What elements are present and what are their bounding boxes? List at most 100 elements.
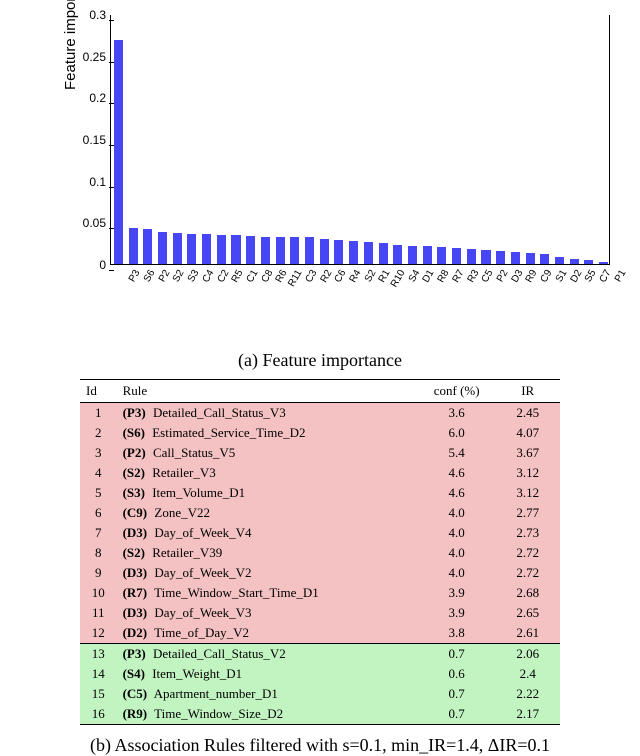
rule-text: Item_Volume_D1: [149, 485, 245, 500]
cell-rule: (S6) Estimated_Service_Time_D2: [117, 423, 418, 443]
bar: [349, 241, 358, 264]
table-row: 5(S3) Item_Volume_D14.63.12: [80, 483, 560, 503]
cell-conf: 0.7: [418, 704, 495, 725]
cell-conf: 3.9: [418, 583, 495, 603]
cell-id: 15: [80, 684, 117, 704]
bar: [334, 240, 343, 264]
cell-id: 16: [80, 704, 117, 725]
cell-id: 4: [80, 463, 117, 483]
table-row: 10(R7) Time_Window_Start_Time_D13.92.68: [80, 583, 560, 603]
cell-ir: 3.12: [495, 483, 560, 503]
bar: [408, 246, 417, 264]
bar: [540, 254, 549, 264]
rule-code: (P3): [123, 646, 150, 661]
cell-rule: (S2) Retailer_V3: [117, 463, 418, 483]
cell-ir: 2.72: [495, 543, 560, 563]
cell-id: 8: [80, 543, 117, 563]
rule-code: (R9): [123, 706, 152, 721]
cell-rule: (C5) Apartment_number_D1: [117, 684, 418, 704]
cell-id: 3: [80, 443, 117, 463]
cell-rule: (R9) Time_Window_Size_D2: [117, 704, 418, 725]
table-header-row: Id Rule conf (%) IR: [80, 380, 560, 403]
bar: [158, 232, 167, 264]
cell-conf: 3.6: [418, 403, 495, 424]
cell-rule: (D3) Day_of_Week_V2: [117, 563, 418, 583]
rule-text: Estimated_Service_Time_D2: [149, 425, 306, 440]
cell-conf: 4.0: [418, 563, 495, 583]
cell-rule: (D3) Day_of_Week_V4: [117, 523, 418, 543]
cell-id: 2: [80, 423, 117, 443]
bar: [290, 237, 299, 264]
bar: [364, 242, 373, 264]
rule-code: (D2): [123, 625, 152, 640]
rule-code: (D3): [123, 605, 152, 620]
rule-text: Apartment_number_D1: [151, 686, 278, 701]
cell-rule: (D2) Time_of_Day_V2: [117, 623, 418, 644]
cell-rule: (P3) Detailed_Call_Status_V2: [117, 644, 418, 665]
cell-ir: 2.61: [495, 623, 560, 644]
rule-text: Detailed_Call_Status_V3: [150, 405, 286, 420]
cell-ir: 2.77: [495, 503, 560, 523]
cell-rule: (C9) Zone_V22: [117, 503, 418, 523]
rule-code: (C5): [123, 686, 152, 701]
bar: [570, 259, 579, 264]
bars-group: [111, 15, 609, 264]
cell-rule: (S3) Item_Volume_D1: [117, 483, 418, 503]
rule-code: (R7): [123, 585, 152, 600]
cell-ir: 3.67: [495, 443, 560, 463]
caption-a: (a) Feature importance: [10, 350, 630, 371]
rule-text: Zone_V22: [151, 505, 210, 520]
table-body: 1(P3) Detailed_Call_Status_V33.62.452(S6…: [80, 403, 560, 725]
table-row: 2(S6) Estimated_Service_Time_D26.04.07: [80, 423, 560, 443]
cell-rule: (D3) Day_of_Week_V3: [117, 603, 418, 623]
rules-table: Id Rule conf (%) IR 1(P3) Detailed_Call_…: [80, 379, 560, 725]
cell-id: 5: [80, 483, 117, 503]
bar: [379, 243, 388, 264]
rule-code: (S2): [123, 465, 149, 480]
rule-text: Day_of_Week_V4: [151, 525, 251, 540]
table-row: 3(P2) Call_Status_V55.43.67: [80, 443, 560, 463]
cell-ir: 2.65: [495, 603, 560, 623]
table-row: 8 (S2) Retailer_V39 4.02.72: [80, 543, 560, 563]
bar: [599, 262, 608, 265]
cell-conf: 4.0: [418, 503, 495, 523]
col-conf: conf (%): [418, 380, 495, 403]
rule-code: (S4): [123, 666, 149, 681]
rule-text: Day_of_Week_V2: [151, 565, 251, 580]
rule-code: (P3): [123, 405, 150, 420]
bar: [467, 249, 476, 264]
figure-container: Feature importance 00.050.10.150.20.250.…: [0, 0, 640, 723]
caption-b: (b) Association Rules filtered with s=0.…: [10, 735, 630, 756]
cell-ir: 2.68: [495, 583, 560, 603]
table-row: 9(D3) Day_of_Week_V24.02.72: [80, 563, 560, 583]
y-tick-label: 0.15: [70, 133, 106, 147]
bar: [217, 235, 226, 264]
y-tick-label: 0.2: [70, 91, 106, 105]
col-rule: Rule: [117, 380, 418, 403]
y-tick-label: 0.3: [70, 8, 106, 22]
cell-id: 7: [80, 523, 117, 543]
cell-conf: 6.0: [418, 423, 495, 443]
bar: [173, 233, 182, 264]
cell-conf: 4.0: [418, 543, 495, 563]
cell-ir: 3.12: [495, 463, 560, 483]
rule-text: Day_of_Week_V3: [151, 605, 251, 620]
table-row: 1(P3) Detailed_Call_Status_V33.62.45: [80, 403, 560, 424]
rule-text: Time_Window_Start_Time_D1: [151, 585, 319, 600]
bar: [246, 236, 255, 264]
bar: [555, 257, 564, 265]
rule-text: Retailer_V39: [149, 545, 222, 560]
bar: [276, 237, 285, 265]
y-tick-label: 0.1: [70, 175, 106, 189]
bar: [320, 239, 329, 264]
bar: [143, 229, 152, 264]
rule-code: (S2): [123, 545, 149, 560]
cell-rule: (R7) Time_Window_Start_Time_D1: [117, 583, 418, 603]
cell-rule: (P2) Call_Status_V5: [117, 443, 418, 463]
cell-ir: 2.72: [495, 563, 560, 583]
cell-id: 9: [80, 563, 117, 583]
cell-conf: 3.8: [418, 623, 495, 644]
cell-id: 12: [80, 623, 117, 644]
cell-rule: (P3) Detailed_Call_Status_V3: [117, 403, 418, 424]
bar: [202, 234, 211, 264]
